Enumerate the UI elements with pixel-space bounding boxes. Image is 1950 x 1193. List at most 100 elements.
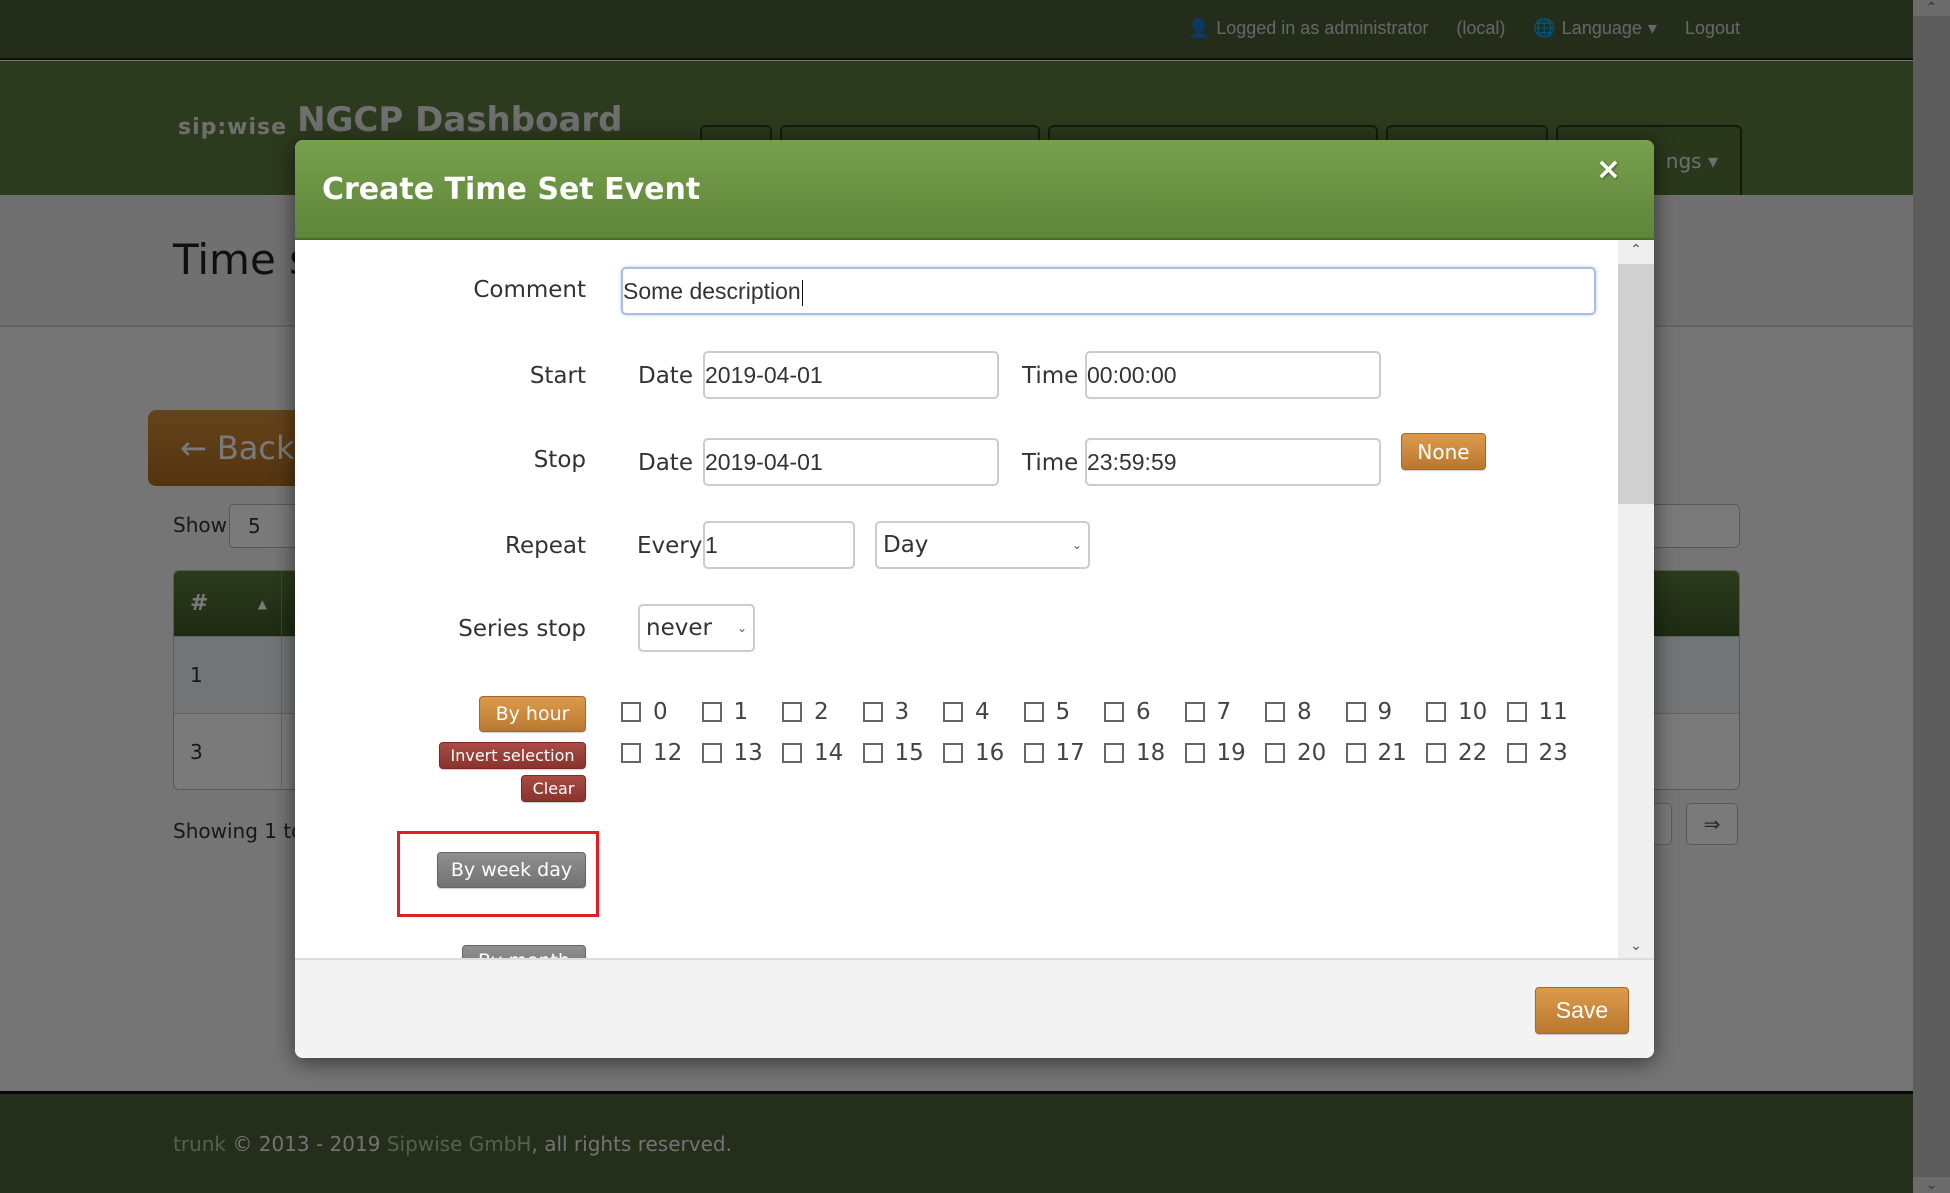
by-month-button[interactable]: By month: [462, 945, 586, 958]
checkbox-icon[interactable]: [1426, 743, 1446, 763]
modal-body: Comment Some description Start Date 2019…: [295, 240, 1618, 958]
hour-label: 19: [1216, 740, 1246, 766]
hour-checkbox-17[interactable]: 17: [1023, 740, 1085, 766]
hour-checkbox-4[interactable]: 4: [943, 699, 990, 725]
hour-checkbox-22[interactable]: 22: [1426, 740, 1487, 766]
hour-label: 9: [1377, 699, 1393, 725]
hour-checkbox-18[interactable]: 18: [1104, 740, 1165, 766]
hour-label: 23: [1538, 740, 1568, 766]
hour-label: 1: [733, 699, 749, 725]
checkbox-icon[interactable]: [1265, 743, 1285, 763]
checkbox-icon[interactable]: [943, 702, 963, 722]
hour-checkbox-10[interactable]: 10: [1426, 699, 1487, 725]
chevron-down-icon: ⌄: [1071, 538, 1082, 552]
hour-checkbox-6[interactable]: 6: [1104, 699, 1151, 725]
checkbox-icon[interactable]: [1023, 702, 1044, 722]
repeat-interval-input[interactable]: 1: [703, 521, 855, 569]
hour-label: 8: [1297, 699, 1312, 725]
hour-checkbox-3[interactable]: 3: [862, 699, 910, 725]
hour-checkbox-8[interactable]: 8: [1265, 699, 1312, 725]
checkbox-icon[interactable]: [1345, 743, 1366, 763]
checkbox-icon[interactable]: [1426, 702, 1446, 722]
hour-checkbox-0[interactable]: 0: [621, 699, 668, 725]
create-time-set-event-modal: Create Time Set Event × Comment Some des…: [295, 140, 1654, 1058]
checkbox-icon[interactable]: [782, 702, 802, 722]
start-time-input[interactable]: 00:00:00: [1085, 351, 1381, 399]
checkbox-icon[interactable]: [1184, 743, 1205, 763]
clear-button[interactable]: Clear: [521, 775, 586, 802]
checkbox-icon[interactable]: [943, 743, 963, 763]
scroll-up-icon[interactable]: ⌃: [1618, 242, 1654, 258]
scroll-down-icon[interactable]: ⌄: [1618, 938, 1654, 954]
checkbox-icon[interactable]: [1104, 743, 1124, 763]
series-stop-select[interactable]: never ⌄: [638, 604, 755, 652]
hour-label: 11: [1538, 699, 1568, 725]
hour-checkbox-23[interactable]: 23: [1506, 740, 1568, 766]
by-week-day-button[interactable]: By week day: [437, 852, 586, 888]
scroll-down-icon[interactable]: ⌄: [1913, 1177, 1950, 1193]
checkbox-icon[interactable]: [1104, 702, 1124, 722]
scrollbar-thumb[interactable]: [1618, 264, 1654, 504]
none-button[interactable]: None: [1401, 433, 1486, 470]
checkbox-icon[interactable]: [1184, 702, 1205, 722]
repeat-unit-select[interactable]: Day ⌄: [875, 521, 1090, 569]
hour-checkbox-5[interactable]: 5: [1023, 699, 1071, 725]
hour-label: 20: [1297, 740, 1327, 766]
hour-checkbox-16[interactable]: 16: [943, 740, 1004, 766]
checkbox-icon[interactable]: [701, 743, 722, 763]
checkbox-icon[interactable]: [782, 743, 802, 763]
checkbox-icon[interactable]: [862, 702, 883, 722]
hour-label: 5: [1055, 699, 1071, 725]
hour-checkbox-9[interactable]: 9: [1345, 699, 1393, 725]
start-label: Start: [529, 363, 586, 389]
hour-label: 10: [1458, 699, 1488, 725]
checkbox-icon[interactable]: [701, 702, 722, 722]
modal-title: Create Time Set Event: [322, 172, 701, 207]
comment-input[interactable]: Some description: [621, 267, 1596, 315]
close-icon[interactable]: ×: [1596, 152, 1621, 187]
start-date-label: Date: [638, 363, 693, 389]
page-scrollbar[interactable]: ⌃ ⌄: [1913, 0, 1950, 1193]
by-hour-button[interactable]: By hour: [479, 696, 586, 732]
hour-checkbox-14[interactable]: 14: [782, 740, 843, 766]
checkbox-icon[interactable]: [1506, 743, 1527, 763]
checkbox-icon[interactable]: [1265, 702, 1285, 722]
start-date-input[interactable]: 2019-04-01: [703, 351, 999, 399]
repeat-label: Repeat: [505, 533, 586, 559]
hour-label: 18: [1136, 740, 1166, 766]
checkbox-icon[interactable]: [621, 743, 641, 763]
hour-checkbox-19[interactable]: 19: [1184, 740, 1246, 766]
hour-checkbox-11[interactable]: 11: [1506, 699, 1568, 725]
hour-label: 3: [894, 699, 910, 725]
hour-checkbox-13[interactable]: 13: [701, 740, 763, 766]
hour-checkbox-20[interactable]: 20: [1265, 740, 1326, 766]
scroll-up-icon[interactable]: ⌃: [1913, 0, 1950, 16]
comment-label: Comment: [473, 277, 586, 303]
hour-checkbox-7[interactable]: 7: [1184, 699, 1231, 725]
hour-label: 16: [975, 740, 1005, 766]
modal-header: Create Time Set Event ×: [295, 140, 1654, 240]
hour-label: 6: [1136, 699, 1151, 725]
checkbox-icon[interactable]: [862, 743, 883, 763]
modal-body-scrollbar[interactable]: ⌃ ⌄: [1618, 240, 1654, 958]
stop-time-input[interactable]: 23:59:59: [1085, 438, 1381, 486]
text-caret: [801, 279, 803, 306]
checkbox-icon[interactable]: [621, 702, 641, 722]
hour-checkbox-21[interactable]: 21: [1345, 740, 1407, 766]
checkbox-icon[interactable]: [1506, 702, 1527, 722]
hour-checkbox-15[interactable]: 15: [862, 740, 924, 766]
hour-label: 22: [1458, 740, 1488, 766]
checkbox-icon[interactable]: [1023, 743, 1044, 763]
every-label: Every: [637, 533, 703, 559]
hour-label: 13: [733, 740, 763, 766]
invert-selection-button[interactable]: Invert selection: [439, 742, 586, 769]
hour-checkbox-1[interactable]: 1: [701, 699, 749, 725]
stop-date-label: Date: [638, 450, 693, 476]
checkbox-icon[interactable]: [1345, 702, 1366, 722]
hour-checkbox-12[interactable]: 12: [621, 740, 682, 766]
stop-time-label: Time: [1022, 450, 1079, 476]
stop-date-input[interactable]: 2019-04-01: [703, 438, 999, 486]
hour-checkbox-2[interactable]: 2: [782, 699, 829, 725]
save-button[interactable]: Save: [1535, 987, 1629, 1034]
hour-label: 17: [1055, 740, 1085, 766]
